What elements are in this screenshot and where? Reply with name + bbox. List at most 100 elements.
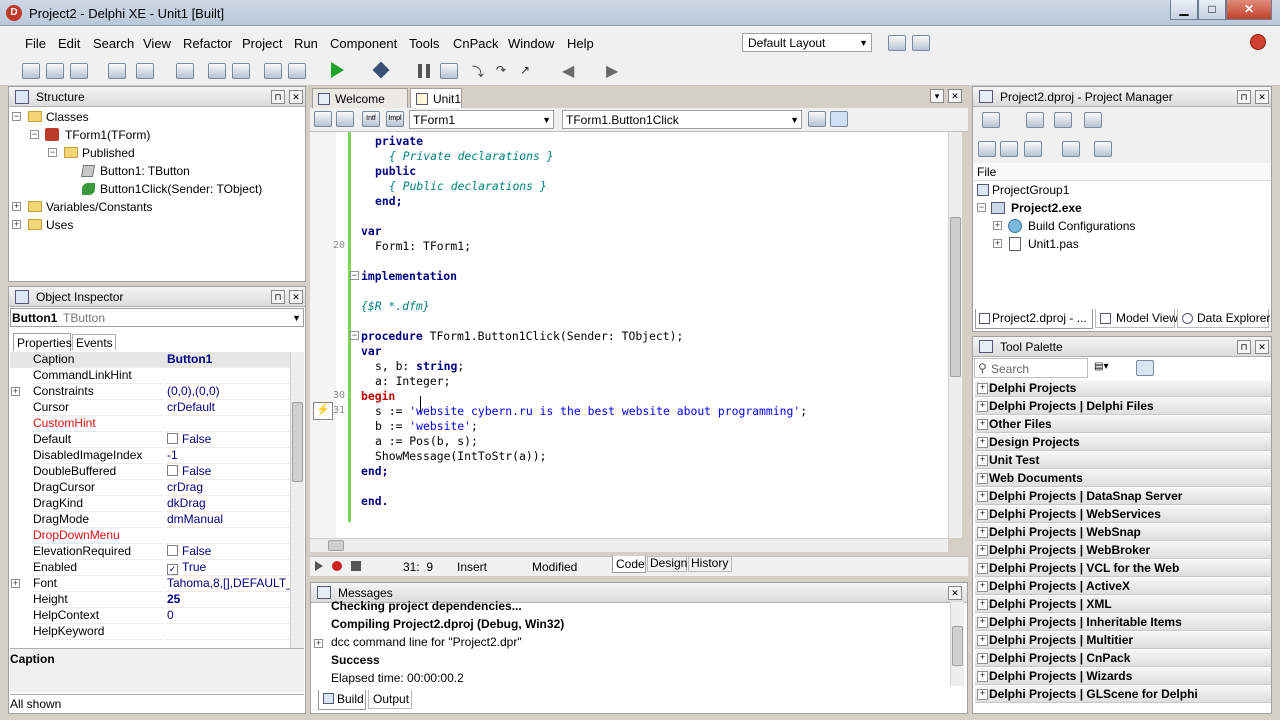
menu-help[interactable]: Help xyxy=(567,36,594,51)
property-value[interactable]: False xyxy=(166,432,290,448)
property-value[interactable]: -1 xyxy=(166,448,290,464)
open-icon[interactable] xyxy=(46,63,64,79)
pause-icon[interactable] xyxy=(418,64,430,78)
pin-icon[interactable]: ⊓ xyxy=(271,90,285,104)
property-row[interactable]: ElevationRequired False xyxy=(10,544,290,560)
close-button[interactable]: ✕ xyxy=(1226,0,1272,20)
menu-component[interactable]: Component xyxy=(330,36,397,51)
property-value[interactable]: dmManual xyxy=(166,512,290,528)
palette-category[interactable]: Other Files xyxy=(975,416,1271,433)
close-icon[interactable]: ✕ xyxy=(289,290,303,304)
layout-select[interactable]: Default Layout ▼ xyxy=(742,33,872,52)
checkbox-icon[interactable] xyxy=(167,465,178,476)
activate-icon[interactable] xyxy=(982,112,1000,128)
palette-category[interactable]: Delphi Projects | WebServices xyxy=(975,506,1271,523)
palette-category[interactable]: Delphi Projects | DataSnap Server xyxy=(975,488,1271,505)
run-icon[interactable] xyxy=(331,62,344,78)
new-items-icon[interactable] xyxy=(22,63,40,79)
property-row[interactable]: DragKind dkDrag xyxy=(10,496,290,512)
property-row[interactable]: + FontTahoma,8,[],DEFAULT_CHA xyxy=(10,576,290,592)
stop-macro-icon[interactable] xyxy=(351,561,361,571)
pin-icon[interactable]: ⊓ xyxy=(271,290,285,304)
sort-icon[interactable] xyxy=(1062,141,1080,157)
pin-icon[interactable]: ⊓ xyxy=(1237,340,1251,354)
record-macro-icon[interactable] xyxy=(332,561,342,571)
palette-category[interactable]: Unit Test xyxy=(975,452,1271,469)
palette-category[interactable]: Delphi Projects | Wizards xyxy=(975,668,1271,685)
palette-category[interactable]: Delphi Projects xyxy=(975,380,1271,397)
menu-project[interactable]: Project xyxy=(242,36,282,51)
palette-category[interactable]: Web Documents xyxy=(975,470,1271,487)
palette-category[interactable]: Delphi Projects | ActiveX xyxy=(975,578,1271,595)
method-combo[interactable]: TForm1.Button1Click ▼ xyxy=(562,110,802,129)
navigate-back-icon[interactable]: ◀ xyxy=(562,61,574,81)
property-row[interactable]: DisabledImageIndex -1 xyxy=(10,448,290,464)
tab-properties[interactable]: Properties xyxy=(13,333,72,351)
menu-tools[interactable]: Tools xyxy=(409,36,439,51)
menu-edit[interactable]: Edit xyxy=(58,36,80,51)
editor-hscroll[interactable] xyxy=(310,538,948,552)
tab-welcome-page[interactable]: Welcome Page xyxy=(312,88,408,120)
property-value[interactable] xyxy=(166,528,290,544)
collapse-icon[interactable]: − xyxy=(12,112,21,121)
component-selector[interactable]: Button1 TButton ▼ xyxy=(10,308,304,327)
close-icon[interactable]: ✕ xyxy=(948,586,962,600)
save-desktop-icon[interactable] xyxy=(888,35,906,51)
scroll-thumb[interactable] xyxy=(292,402,303,482)
palette-category[interactable]: Delphi Projects | CnPack xyxy=(975,650,1271,667)
expand-icon[interactable]: + xyxy=(12,202,21,211)
property-row[interactable]: Default False xyxy=(10,432,290,448)
palette-category[interactable]: Delphi Projects | GLScene for Delphi xyxy=(975,686,1271,703)
property-value[interactable]: False xyxy=(166,464,290,480)
editor-vscroll[interactable] xyxy=(948,132,962,538)
property-value[interactable]: dkDrag xyxy=(166,496,290,512)
property-value[interactable]: 0 xyxy=(166,608,290,624)
collapse-icon[interactable]: − xyxy=(977,203,986,212)
fold-icon[interactable]: − xyxy=(350,271,359,280)
property-scrollbar[interactable] xyxy=(290,352,304,648)
open-project-icon[interactable] xyxy=(70,63,88,79)
add-to-project-icon[interactable] xyxy=(232,63,250,79)
categories-icon[interactable]: ▤▾ xyxy=(1094,361,1112,377)
property-value[interactable]: ✓ True xyxy=(166,560,290,576)
tab-output[interactable]: Output xyxy=(368,690,412,709)
palette-category[interactable]: Delphi Projects | WebBroker xyxy=(975,542,1271,559)
expand-icon[interactable]: + xyxy=(11,579,20,588)
property-row[interactable]: Height 25 xyxy=(10,592,290,608)
scroll-thumb[interactable] xyxy=(952,626,963,666)
menu-refactor[interactable]: Refactor xyxy=(183,36,232,51)
palette-category[interactable]: Delphi Projects | Inheritable Items xyxy=(975,614,1271,631)
open-unit-icon[interactable] xyxy=(264,63,282,79)
menu-view[interactable]: View xyxy=(143,36,171,51)
play-macro-icon[interactable] xyxy=(315,561,323,571)
expand-all-icon[interactable] xyxy=(1000,141,1018,157)
property-row[interactable]: Caption Button1 xyxy=(10,352,290,368)
property-value[interactable]: (0,0),(0,0) xyxy=(166,384,290,400)
maximize-button[interactable]: □ xyxy=(1198,0,1226,20)
open-file-icon[interactable] xyxy=(136,63,154,79)
tab-list-icon[interactable]: ▾ xyxy=(930,89,944,103)
checkbox-icon[interactable] xyxy=(167,545,178,556)
palette-category[interactable]: Delphi Projects | WebSnap xyxy=(975,524,1271,541)
fold-icon[interactable]: − xyxy=(350,331,359,340)
menu-file[interactable]: File xyxy=(25,36,46,51)
minimize-button[interactable]: ▁ xyxy=(1170,0,1198,20)
checkbox-icon[interactable]: ✓ xyxy=(167,564,178,575)
menu-run[interactable]: Run xyxy=(294,36,318,51)
palette-category[interactable]: Delphi Projects | Delphi Files xyxy=(975,398,1271,415)
palette-category[interactable]: Delphi Projects | XML xyxy=(975,596,1271,613)
step-over-icon[interactable]: ↷ xyxy=(496,63,514,79)
tab-design[interactable]: Design xyxy=(647,556,687,572)
close-tab-icon[interactable]: ✕ xyxy=(948,89,962,103)
tab-model-view[interactable]: Model View xyxy=(1095,309,1178,328)
palette-search-input[interactable]: ⚲ Search xyxy=(974,358,1088,378)
tab-events[interactable]: Events xyxy=(72,334,116,350)
filter-icon[interactable] xyxy=(1136,360,1154,376)
scroll-thumb[interactable] xyxy=(328,540,344,551)
property-row[interactable]: DropDownMenu xyxy=(10,528,290,544)
collapse-icon[interactable]: − xyxy=(48,148,57,157)
property-value[interactable]: crDefault xyxy=(166,400,290,416)
property-value[interactable]: crDrag xyxy=(166,480,290,496)
collapse-all-icon[interactable] xyxy=(1024,141,1042,157)
help-globe-icon[interactable] xyxy=(1250,34,1266,50)
